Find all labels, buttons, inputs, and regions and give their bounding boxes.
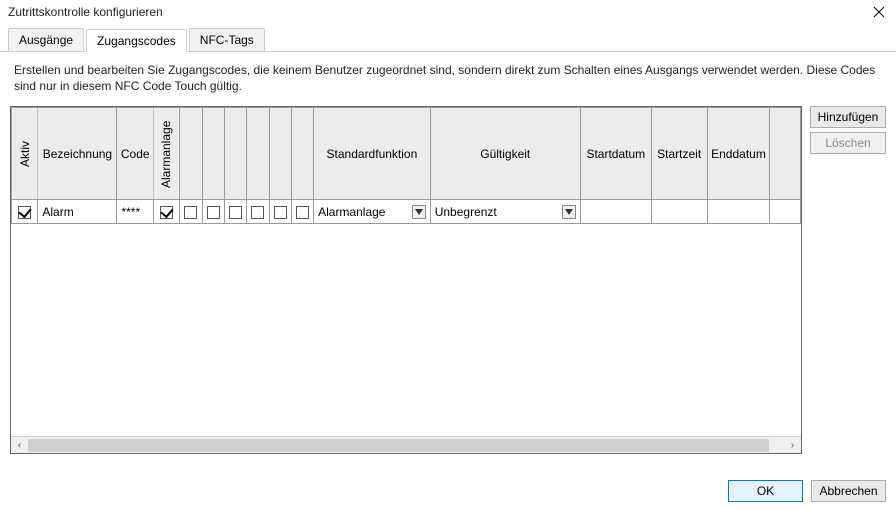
col-header-blank2[interactable]	[202, 108, 224, 200]
footer-buttons: OK Abbrechen	[728, 480, 886, 502]
standardfunktion-value: Alarmanlage	[318, 205, 385, 219]
cell-chk1[interactable]	[180, 200, 202, 224]
checkbox-aktiv[interactable]	[18, 206, 31, 219]
col-header-blank3[interactable]	[224, 108, 246, 200]
window-title: Zutrittskontrolle konfigurieren	[8, 5, 163, 19]
horizontal-scrollbar[interactable]: ‹ ›	[11, 436, 801, 453]
cell-enddatum[interactable]	[707, 200, 770, 224]
col-header-rest[interactable]	[770, 108, 801, 200]
checkbox-opt3[interactable]	[229, 206, 242, 219]
table-row[interactable]: Alarm **** Alarmanlage	[12, 200, 801, 224]
titlebar: Zutrittskontrolle konfigurieren	[0, 0, 896, 24]
cell-chk5[interactable]	[269, 200, 291, 224]
cancel-button[interactable]: Abbrechen	[811, 480, 886, 502]
cell-standardfunktion[interactable]: Alarmanlage	[314, 200, 431, 224]
add-button[interactable]: Hinzufügen	[810, 106, 886, 128]
cell-bezeichnung[interactable]: Alarm	[38, 200, 117, 224]
chevron-down-icon	[565, 209, 573, 215]
col-header-standardfunktion[interactable]: Standardfunktion	[314, 108, 431, 200]
checkbox-opt2[interactable]	[207, 206, 220, 219]
col-header-blank4[interactable]	[247, 108, 269, 200]
access-codes-table: Aktiv Bezeichnung Code Alarmanlage Stand…	[11, 107, 801, 224]
cell-chk3[interactable]	[224, 200, 246, 224]
cell-rest	[770, 200, 801, 224]
main-area: Aktiv Bezeichnung Code Alarmanlage Stand…	[0, 102, 896, 454]
col-header-bezeichnung[interactable]: Bezeichnung	[38, 108, 117, 200]
checkbox-opt1[interactable]	[184, 206, 197, 219]
col-header-aktiv[interactable]: Aktiv	[12, 108, 38, 200]
checkbox-alarmanlage[interactable]	[160, 206, 173, 219]
cell-startzeit[interactable]	[651, 200, 707, 224]
col-header-blank6[interactable]	[291, 108, 313, 200]
col-header-alarmanlage[interactable]: Alarmanlage	[153, 108, 179, 200]
checkbox-opt4[interactable]	[251, 206, 264, 219]
table-scroll[interactable]: Aktiv Bezeichnung Code Alarmanlage Stand…	[11, 107, 801, 436]
tab-nfctags[interactable]: NFC-Tags	[189, 28, 265, 51]
scroll-left-arrow[interactable]: ‹	[11, 437, 28, 454]
side-buttons: Hinzufügen Löschen	[810, 106, 886, 454]
cell-code[interactable]: ****	[117, 200, 154, 224]
cell-gueltigkeit[interactable]: Unbegrenzt	[430, 200, 580, 224]
delete-button[interactable]: Löschen	[810, 132, 886, 154]
standardfunktion-dropdown[interactable]	[412, 205, 426, 219]
description-text: Erstellen und bearbeiten Sie Zugangscode…	[0, 52, 896, 102]
table-header-row: Aktiv Bezeichnung Code Alarmanlage Stand…	[12, 108, 801, 200]
close-icon	[873, 6, 885, 18]
col-header-blank5[interactable]	[269, 108, 291, 200]
cell-startdatum[interactable]	[580, 200, 651, 224]
col-header-code[interactable]: Code	[117, 108, 154, 200]
cell-aktiv[interactable]	[12, 200, 38, 224]
col-header-startzeit[interactable]: Startzeit	[651, 108, 707, 200]
col-header-enddatum[interactable]: Enddatum	[707, 108, 770, 200]
gueltigkeit-dropdown[interactable]	[562, 205, 576, 219]
tab-zugangscodes[interactable]: Zugangscodes	[86, 29, 187, 52]
cell-chk6[interactable]	[291, 200, 313, 224]
chevron-down-icon	[415, 209, 423, 215]
checkbox-opt6[interactable]	[296, 206, 309, 219]
col-header-blank1[interactable]	[180, 108, 202, 200]
cell-chk2[interactable]	[202, 200, 224, 224]
tabs: Ausgänge Zugangscodes NFC-Tags	[0, 24, 896, 52]
checkbox-opt5[interactable]	[274, 206, 287, 219]
gueltigkeit-value: Unbegrenzt	[435, 205, 497, 219]
col-header-startdatum[interactable]: Startdatum	[580, 108, 651, 200]
col-header-gueltigkeit[interactable]: Gültigkeit	[430, 108, 580, 200]
scroll-right-arrow[interactable]: ›	[784, 437, 801, 454]
close-button[interactable]	[870, 3, 888, 21]
cell-alarmanlage[interactable]	[153, 200, 179, 224]
scroll-thumb[interactable]	[28, 439, 769, 452]
scroll-track[interactable]	[28, 437, 784, 454]
tab-ausgaenge[interactable]: Ausgänge	[8, 28, 84, 51]
cell-chk4[interactable]	[247, 200, 269, 224]
table-wrapper: Aktiv Bezeichnung Code Alarmanlage Stand…	[10, 106, 802, 454]
ok-button[interactable]: OK	[728, 480, 803, 502]
